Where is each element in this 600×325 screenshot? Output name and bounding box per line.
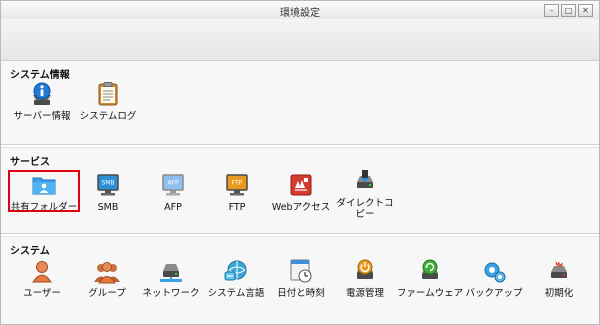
afp-badge-text: AFP <box>167 180 179 187</box>
network-icon <box>158 258 184 284</box>
afp-icon: AFP <box>160 172 186 198</box>
section-title-system: システム <box>10 246 50 257</box>
item-label: Webアクセス <box>271 202 331 213</box>
title-bar: 環境設定 – □ ✕ <box>1 1 599 19</box>
section-services: サービス 共有フォルダー SMB SMB AFP AFP FTP FTP Web… <box>1 147 599 234</box>
close-button[interactable]: ✕ <box>578 4 593 17</box>
section-title-services: サービス <box>10 157 50 168</box>
item-label: 共有フォルダー <box>10 202 78 213</box>
window-title: 環境設定 <box>280 8 320 19</box>
item-label: システム言語 <box>207 288 265 299</box>
user-icon <box>29 258 55 284</box>
item-label: システムログ <box>79 111 137 122</box>
backup-icon <box>481 258 507 284</box>
item-label: ユーザー <box>23 288 61 299</box>
ftp-icon: FTP <box>224 172 250 198</box>
minimize-button[interactable]: – <box>544 4 559 17</box>
ftp-badge-text: FTP <box>232 180 243 187</box>
item-label: バックアップ <box>465 288 523 299</box>
window-controls: – □ ✕ <box>544 4 593 17</box>
item-label: AFP <box>164 202 182 213</box>
item-web-access[interactable]: Webアクセス <box>266 172 336 213</box>
item-label: SMB <box>97 202 119 213</box>
section-system-info: システム情報 サーバー情報 システムログ <box>1 61 599 145</box>
smb-badge-text: SMB <box>101 180 114 187</box>
maximize-button[interactable]: □ <box>561 4 576 17</box>
group-icon <box>94 258 120 284</box>
clock-icon <box>288 258 314 284</box>
language-icon <box>223 258 249 284</box>
item-label: FTP <box>228 202 246 213</box>
item-label: グループ <box>88 288 126 299</box>
item-backup[interactable]: バックアップ <box>459 258 529 299</box>
item-label: 初期化 <box>544 288 574 299</box>
item-system-log[interactable]: システムログ <box>73 81 143 122</box>
item-smb[interactable]: SMB SMB <box>73 172 143 213</box>
item-language[interactable]: システム言語 <box>201 258 271 299</box>
smb-icon: SMB <box>95 172 121 198</box>
firmware-icon <box>417 258 443 284</box>
item-network[interactable]: ネットワーク <box>136 258 206 299</box>
item-shared-folder[interactable]: 共有フォルダー <box>9 172 79 213</box>
toolbar-area <box>1 19 599 61</box>
system-log-icon <box>95 81 121 107</box>
item-label: ダイレクトコピー <box>336 198 394 220</box>
item-label: 日付と時刻 <box>277 288 325 299</box>
item-group[interactable]: グループ <box>72 258 142 299</box>
section-title-system-info: システム情報 <box>10 70 70 81</box>
item-power[interactable]: 電源管理 <box>330 258 400 299</box>
item-label: ネットワーク <box>142 288 200 299</box>
settings-window: 環境設定 – □ ✕ システム情報 サーバー情報 システムログ サービス 共有フ… <box>0 0 600 325</box>
item-label: ファームウェア <box>396 288 464 299</box>
item-direct-copy[interactable]: ダイレクトコピー <box>330 168 400 220</box>
item-date-time[interactable]: 日付と時刻 <box>266 258 336 299</box>
web-access-icon <box>288 172 314 198</box>
direct-copy-icon <box>352 168 378 194</box>
item-user[interactable]: ユーザー <box>7 258 77 299</box>
item-initialize[interactable]: 初期化 <box>524 258 594 299</box>
power-icon <box>352 258 378 284</box>
item-ftp[interactable]: FTP FTP <box>202 172 272 213</box>
item-server-info[interactable]: サーバー情報 <box>7 81 77 122</box>
item-firmware[interactable]: ファームウェア <box>395 258 465 299</box>
section-system: システム ユーザー グループ ネットワーク システム言語 日付と時刻 電源管理 … <box>1 236 599 324</box>
item-label: サーバー情報 <box>13 111 71 122</box>
initialize-icon <box>546 258 572 284</box>
item-label: 電源管理 <box>345 288 384 299</box>
server-info-icon <box>29 81 55 107</box>
item-afp[interactable]: AFP AFP <box>138 172 208 213</box>
shared-folder-icon <box>31 172 57 198</box>
